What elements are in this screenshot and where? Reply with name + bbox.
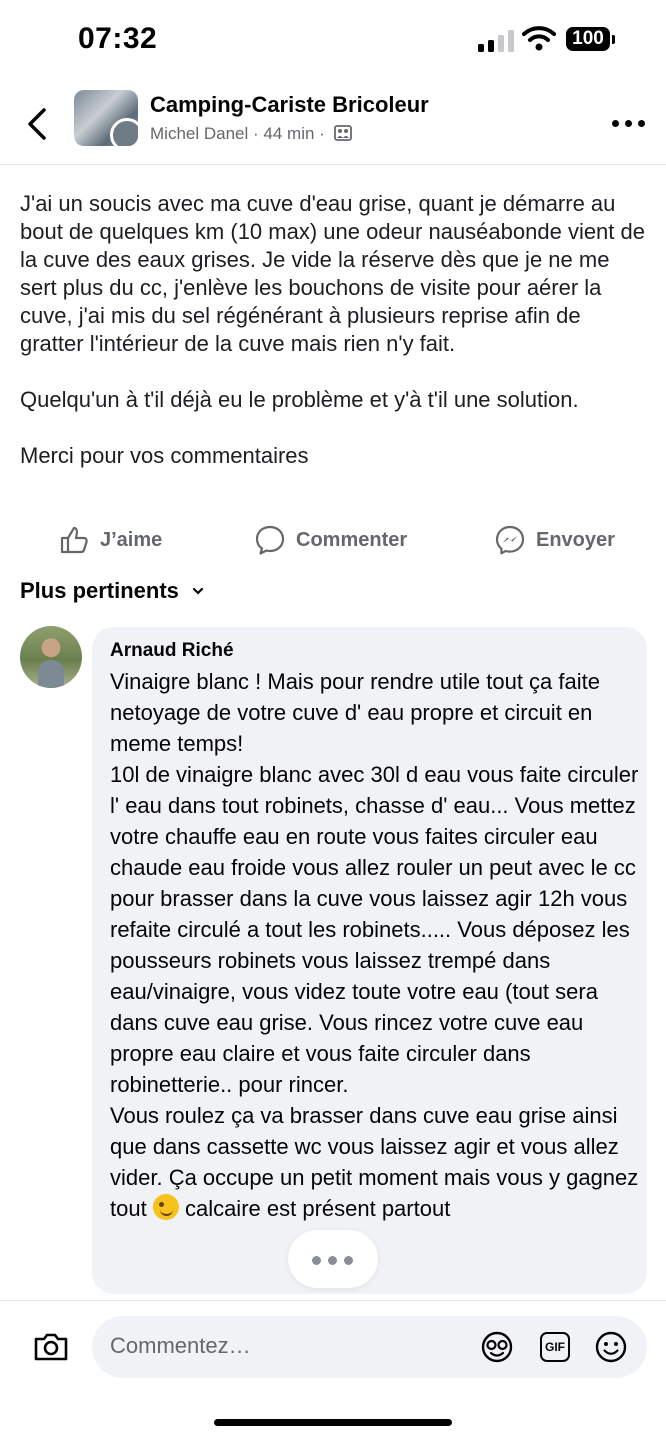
- post-header: Camping-Cariste Bricoleur Michel Danel ·…: [0, 84, 666, 165]
- post-body: J'ai un soucis avec ma cuve d'eau grise,…: [20, 190, 650, 470]
- cellular-signal-icon: [478, 30, 516, 52]
- like-button[interactable]: J’aime: [58, 524, 162, 556]
- group-audience-icon: [333, 125, 352, 141]
- winking-face-icon: [152, 1194, 179, 1220]
- group-avatar[interactable]: [74, 90, 138, 146]
- comment-placeholder[interactable]: Commentez…: [110, 1333, 251, 1359]
- comment-button[interactable]: Commenter: [254, 524, 407, 556]
- comment-paragraph: Vous roulez ça va brasser dans cuve eau …: [110, 1103, 639, 1221]
- send-label: Envoyer: [536, 528, 615, 551]
- messenger-icon: [495, 525, 525, 555]
- chevron-down-icon: [192, 587, 204, 595]
- wifi-icon: [522, 26, 556, 51]
- camera-icon[interactable]: [32, 1330, 70, 1364]
- send-button[interactable]: Envoyer: [494, 524, 615, 556]
- status-time: 07:32: [78, 22, 158, 55]
- post-meta: Michel Danel · 44 min ·: [150, 124, 352, 144]
- post-actions: J’aime Commenter Envoyer: [0, 516, 666, 566]
- comment-label: Commenter: [296, 528, 408, 551]
- thumbs-up-icon: [60, 526, 88, 554]
- comment-text: Vinaigre blanc ! Mais pour rendre utile …: [110, 666, 640, 1224]
- battery-cap: [612, 35, 615, 44]
- back-arrow-icon[interactable]: [22, 104, 52, 144]
- author-mini-avatar: [110, 118, 138, 146]
- like-label: J’aime: [100, 528, 163, 551]
- post-paragraph: J'ai un soucis avec ma cuve d'eau grise,…: [20, 191, 645, 356]
- see-more-button[interactable]: [288, 1230, 378, 1288]
- comment-sort-dropdown[interactable]: Plus pertinents: [20, 578, 205, 604]
- more-options-icon[interactable]: [612, 120, 646, 128]
- meta-separator: ·: [253, 124, 259, 143]
- post-paragraph: Merci pour vos commentaires: [20, 443, 309, 468]
- commenter-name[interactable]: Arnaud Riché: [110, 640, 234, 662]
- battery-icon: 100: [566, 27, 610, 51]
- comment-paragraph: 10l de vinaigre blanc avec 30l d eau vou…: [110, 762, 639, 1097]
- commenter-avatar[interactable]: [20, 626, 82, 688]
- emoji-icon[interactable]: [594, 1330, 628, 1364]
- comment-bubble-icon: [255, 525, 285, 555]
- group-name[interactable]: Camping-Cariste Bricoleur: [150, 92, 429, 118]
- status-bar: 07:32 100: [0, 0, 666, 80]
- sort-label: Plus pertinents: [20, 578, 179, 603]
- gif-icon[interactable]: GIF: [538, 1330, 572, 1364]
- post-paragraph: Quelqu'un à t'il déjà eu le problème et …: [20, 387, 579, 412]
- avatar-sticker-icon[interactable]: [480, 1330, 514, 1364]
- post-time[interactable]: 44 min: [263, 124, 314, 143]
- author-name[interactable]: Michel Danel: [150, 124, 248, 143]
- comment-paragraph: Vinaigre blanc ! Mais pour rendre utile …: [110, 669, 600, 756]
- meta-separator: ·: [319, 124, 325, 143]
- home-indicator[interactable]: [214, 1419, 452, 1426]
